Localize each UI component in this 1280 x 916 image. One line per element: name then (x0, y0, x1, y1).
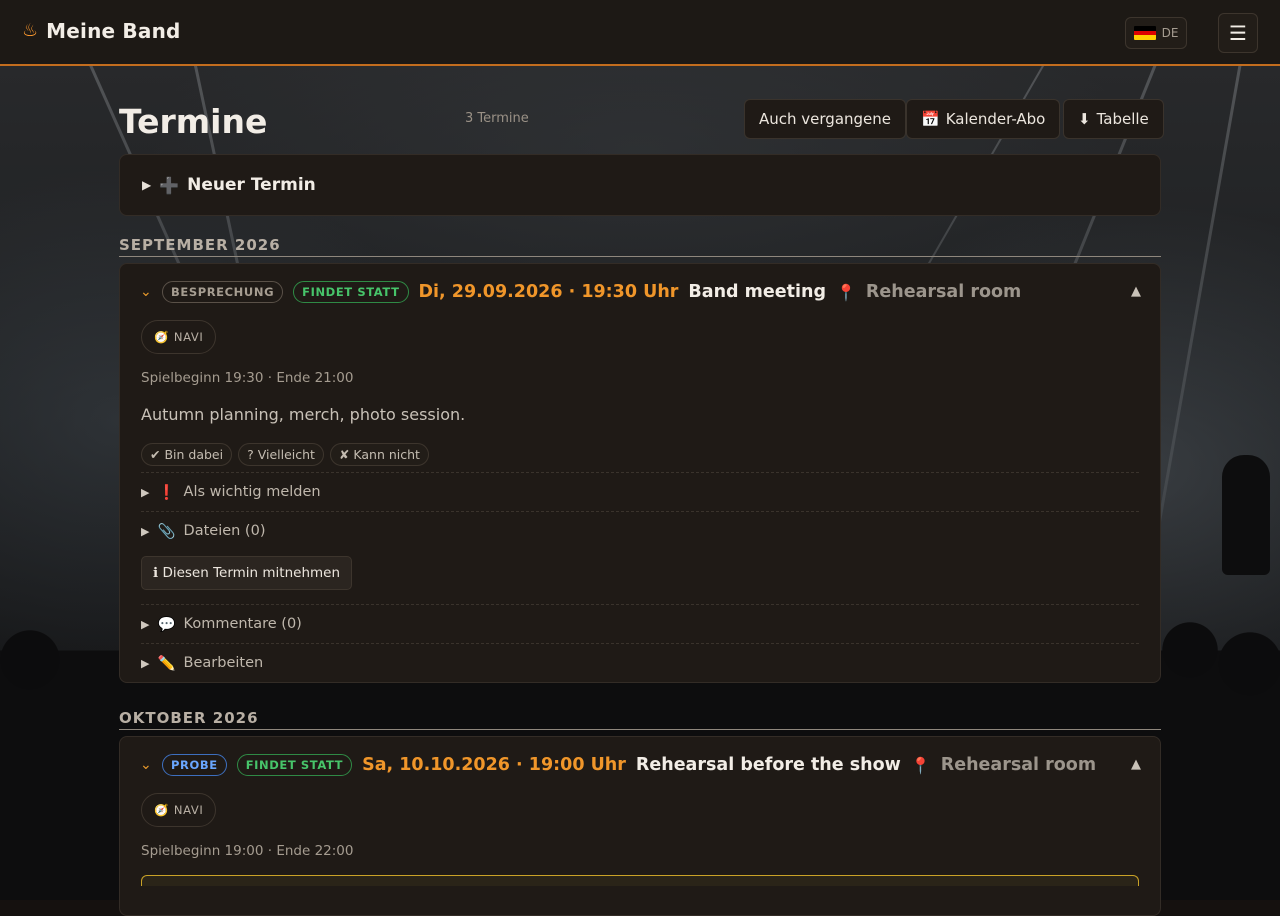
compass-icon: 🧭 (154, 330, 169, 344)
page-header: Termine 3 Termine Auch vergangene 📅 Kale… (119, 66, 1164, 154)
event-location: Rehearsal room (940, 755, 1097, 775)
compass-icon: 🧭 (154, 803, 169, 817)
edit-label: Bearbeiten (183, 655, 264, 671)
event-times: Spielbeginn 19:00 · Ende 22:00 (141, 843, 354, 859)
report-important-label: Als wichtig melden (183, 484, 321, 500)
german-flag-icon (1133, 26, 1156, 40)
expand-caret-icon: ▶ (141, 656, 150, 670)
expand-caret-icon: ▶ (142, 178, 152, 192)
files-label: Dateien (0) (183, 523, 266, 539)
collapse-icon[interactable]: ▲ (1131, 284, 1141, 299)
pencil-icon: ✏️ (157, 655, 176, 672)
event-location: Rehearsal room (865, 282, 1022, 302)
event-header[interactable]: ⌄ PROBE FINDET STATT Sa, 10.10.2026 · 19… (120, 737, 1160, 793)
navigation-button[interactable]: 🧭 NAVI (141, 793, 217, 827)
flame-icon: ♨ (22, 20, 39, 41)
table-export-button[interactable]: ⬇ Tabelle (1063, 99, 1164, 139)
new-event-label: Neuer Termin (187, 175, 316, 195)
location-pin-icon: 📍 (910, 755, 931, 775)
language-code: DE (1161, 26, 1179, 40)
collapse-icon[interactable]: ▲ (1131, 757, 1141, 772)
language-switcher[interactable]: DE (1125, 17, 1187, 49)
event-description: Autumn planning, merch, photo session. (141, 405, 466, 424)
rsvp-no-button[interactable]: ✘ Kann nicht (329, 443, 429, 466)
event-type-badge: BESPRECHUNG (162, 281, 284, 303)
show-past-label: Auch vergangene (759, 110, 892, 128)
status-badge: FINDET STATT (293, 281, 409, 303)
info-icon: ℹ (153, 565, 159, 581)
paperclip-icon: 📎 (157, 523, 176, 540)
events-count: 3 Termine (465, 111, 529, 126)
exclamation-icon: ❗ (157, 484, 176, 501)
report-important-toggle[interactable]: ▶ ❗ Als wichtig melden (141, 472, 1139, 511)
expand-caret-icon: ▶ (141, 617, 150, 631)
event-datetime: Sa, 10.10.2026 · 19:00 Uhr (362, 755, 626, 775)
event-datetime: Di, 29.09.2026 · 19:30 Uhr (418, 282, 679, 302)
event-times: Spielbeginn 19:30 · Ende 21:00 (141, 370, 354, 386)
comments-toggle[interactable]: ▶ 💬 Kommentare (0) (141, 604, 1139, 643)
event-title: Band meeting (688, 282, 826, 302)
take-event-button[interactable]: ℹ Diesen Termin mitnehmen (141, 556, 353, 590)
event-header[interactable]: ⌄ BESPRECHUNG FINDET STATT Di, 29.09.202… (120, 264, 1160, 320)
app-name: Meine Band (46, 19, 181, 43)
edit-toggle[interactable]: ▶ ✏️ Bearbeiten (141, 643, 1139, 682)
navigation-label: NAVI (173, 803, 204, 817)
brand[interactable]: ♨ Meine Band (22, 19, 181, 43)
calendar-subscription-label: Kalender-Abo (945, 110, 1046, 128)
event-card: ⌄ PROBE FINDET STATT Sa, 10.10.2026 · 19… (119, 736, 1161, 916)
navigation-button[interactable]: 🧭 NAVI (141, 320, 217, 354)
expand-caret-icon: ▶ (141, 524, 150, 538)
plus-icon: ➕ (159, 175, 180, 195)
show-past-button[interactable]: Auch vergangene (744, 99, 907, 139)
event-type-badge: PROBE (162, 754, 227, 776)
files-toggle[interactable]: ▶ 📎 Dateien (0) (141, 511, 1139, 550)
page-title: Termine (119, 102, 268, 141)
new-event-toggle[interactable]: ▶ ➕ Neuer Termin (119, 154, 1161, 216)
event-card: ⌄ BESPRECHUNG FINDET STATT Di, 29.09.202… (119, 263, 1161, 683)
table-export-label: Tabelle (1096, 110, 1149, 128)
speech-bubble-icon: 💬 (157, 616, 176, 633)
month-heading: SEPTEMBER 2026 (119, 236, 1161, 257)
event-title: Rehearsal before the show (635, 755, 901, 775)
download-icon: ⬇ (1078, 110, 1091, 128)
month-heading: OKTOBER 2026 (119, 709, 1161, 730)
chevron-down-icon: ⌄ (140, 757, 152, 773)
calendar-icon: 📅 (921, 110, 940, 128)
events-page: Termine 3 Termine Auch vergangene 📅 Kale… (119, 66, 1164, 916)
status-badge: FINDET STATT (236, 754, 353, 776)
calendar-subscription-button[interactable]: 📅 Kalender-Abo (906, 99, 1061, 139)
rsvp-yes-button[interactable]: ✔ Bin dabei (141, 443, 233, 466)
take-event-label: Diesen Termin mitnehmen (162, 565, 341, 581)
rsvp-group: ✔ Bin dabei ? Vielleicht ✘ Kann nicht (141, 443, 1139, 466)
notice-box (141, 875, 1139, 886)
location-pin-icon: 📍 (835, 282, 856, 302)
navigation-label: NAVI (173, 330, 204, 344)
hamburger-icon: ☰ (1229, 21, 1247, 45)
comments-label: Kommentare (0) (183, 616, 302, 632)
rsvp-maybe-button[interactable]: ? Vielleicht (238, 443, 324, 466)
chevron-down-icon: ⌄ (140, 284, 152, 300)
menu-button[interactable]: ☰ (1218, 13, 1258, 53)
top-navigation-bar: ♨ Meine Band DE ☰ (0, 0, 1280, 66)
expand-caret-icon: ▶ (141, 485, 150, 499)
